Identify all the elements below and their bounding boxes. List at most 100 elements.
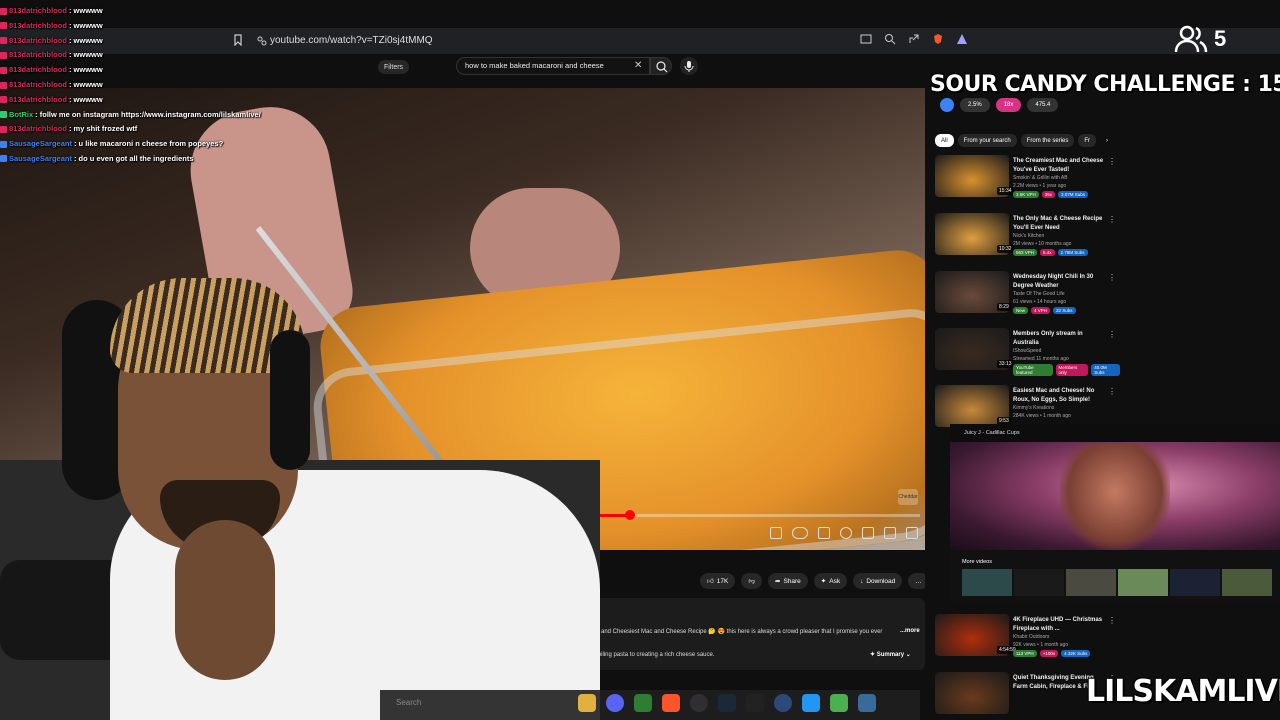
chat-message: 813datrichblood: wwwww [0,4,320,19]
clear-search-icon[interactable]: ✕ [634,60,642,71]
more-video-thumb[interactable] [1222,569,1272,596]
chips-next-icon[interactable]: › [1100,134,1114,147]
recommendation-title[interactable]: The Only Mac & Cheese Recipe You'll Ever… [1013,215,1108,232]
taskbar-search[interactable]: Search [396,698,421,707]
recommendation-item[interactable]: 4:54:59 4K Fireplace UHD — Christmas Fire… [935,614,1120,658]
recommendation-item[interactable]: 10:32 The Only Mac & Cheese Recipe You'll… [935,213,1120,257]
like-button[interactable]: 👍︎ 17K [700,573,736,589]
address-bar[interactable]: youtube.com/watch?v=TZi0sj4tMMQ [230,29,970,51]
notepad-icon[interactable] [830,694,848,712]
discord-icon[interactable] [606,694,624,712]
recommendation-thumbnail[interactable] [935,672,1009,714]
recommendation-channel[interactable]: Khabir Outdoors [1013,634,1049,640]
share-page-icon[interactable] [908,32,920,44]
cast-icon[interactable] [860,32,872,44]
filter-chip[interactable]: From the series [1020,134,1075,147]
zoom-icon[interactable] [884,32,896,45]
filter-chip[interactable]: Fr [1078,134,1097,147]
chat-message: 813datrichblood: wwwww [0,48,320,63]
recommendation-item[interactable]: 15:34 The Creamiest Mac and Cheese You've… [935,155,1120,199]
chat-username[interactable]: 813datrichblood [9,95,67,104]
stat-tag: 113 VPH [1013,650,1037,657]
steam-client-icon[interactable] [858,694,876,712]
extension-logo-icon[interactable] [940,98,954,112]
miniplayer-icon[interactable] [770,527,782,539]
recommendation-item[interactable]: 8:29 Wednesday Night Chili In 30 Degree W… [935,271,1120,315]
download-button[interactable]: ↓ Download [853,573,903,589]
recommendation-title[interactable]: Easiest Mac and Cheese! No Roux, No Eggs… [1013,387,1108,404]
search-input[interactable]: how to make baked macaroni and cheese [456,57,650,75]
description-more-link[interactable]: ...more [900,628,920,634]
taskbar-icons [578,694,876,712]
obs-icon[interactable] [690,694,708,712]
settings-icon[interactable] [840,527,852,539]
chat-username[interactable]: 813datrichblood [9,124,67,133]
chat-text: wwwww [73,20,103,30]
stat-multiplier: 18x [995,98,1022,112]
autoplay-toggle[interactable] [792,527,808,539]
recommendation-channel[interactable]: Smokin' & Grillin with AB [1013,175,1068,181]
now-playing-title[interactable]: Juicy J - Cadillac Cups [950,424,1280,442]
recommendation-channel[interactable]: Taste Of The Good Life [1013,291,1065,297]
voice-search-button[interactable] [680,57,698,75]
recommendation-item[interactable]: 33:13 Members Only stream in Australia ISh… [935,328,1120,376]
more-options-icon[interactable]: ⋮ [1108,157,1116,166]
more-video-thumb[interactable] [1066,569,1116,596]
chat-username[interactable]: 813datrichblood [9,50,67,59]
more-options-icon[interactable]: ⋮ [1108,616,1116,625]
chat-username[interactable]: 813datrichblood [9,65,67,74]
fullscreen-icon[interactable] [906,527,918,539]
search-button[interactable] [650,57,672,75]
filter-chip[interactable]: From your search [957,134,1017,147]
chat-username[interactable]: 813datrichblood [9,80,67,89]
recommendation-title[interactable]: 4K Fireplace UHD — Christmas Fireplace w… [1013,616,1108,633]
captions-icon[interactable] [818,527,830,539]
stat-rate: 2.5% [960,98,990,112]
recommendation-channel[interactable]: Nick's Kitchen [1013,233,1044,239]
summary-button[interactable]: ✦ Summary ⌄ [870,651,911,658]
chat-username[interactable]: 813datrichblood [9,21,67,30]
app-icon-green[interactable] [634,694,652,712]
chat-username[interactable]: SausageSargeant [9,154,72,163]
photos-icon[interactable] [802,694,820,712]
chat-username[interactable]: BotRix [9,110,33,119]
app-icon-dark[interactable] [746,694,764,712]
more-options-icon[interactable]: ⋮ [1108,387,1116,396]
chat-username[interactable]: 813datrichblood [9,6,67,15]
more-options-icon[interactable]: ⋮ [1108,215,1116,224]
recommendation-channel[interactable]: Kimmy's Kreations [1013,405,1054,411]
recommendation-channel[interactable]: IShowSpeed [1013,348,1041,354]
chat-username[interactable]: 813datrichblood [9,36,67,45]
chat-badge-icon [0,81,7,89]
recommendation-title[interactable]: The Creamiest Mac and Cheese You've Ever… [1013,157,1108,174]
4k-video-icon[interactable] [774,694,792,712]
more-video-thumb[interactable] [1170,569,1220,596]
recommendation-title[interactable]: Members Only stream in Australia [1013,330,1108,347]
ask-button[interactable]: ✦ Ask [813,573,848,589]
steam-icon[interactable] [718,694,736,712]
cast-player-icon[interactable] [884,527,896,539]
rewards-icon[interactable] [956,32,968,44]
sparkle-icon: ✦ [820,578,827,585]
description-line-1: iest and Cheesiest Mac and Cheese Recipe… [590,629,883,635]
brave-shield-icon[interactable] [932,32,944,44]
dislike-button[interactable]: 👎︎ [741,573,762,589]
video-duration: 8:29 [997,303,1011,311]
more-options-icon[interactable]: ⋮ [1108,330,1116,339]
more-video-thumb[interactable] [962,569,1012,596]
recommendation-item[interactable]: 9:53 Easiest Mac and Cheese! No Roux, No … [935,385,1120,429]
brave-browser-icon[interactable] [662,694,680,712]
more-video-thumb[interactable] [1118,569,1168,596]
more-options-icon[interactable]: ⋮ [1108,273,1116,282]
more-video-thumb[interactable] [1014,569,1064,596]
channel-brand: LILSKAMLIVE [1086,674,1280,709]
file-explorer-icon[interactable] [578,694,596,712]
recommendation-title[interactable]: Wednesday Night Chili In 30 Degree Weath… [1013,273,1108,290]
more-videos-strip [962,569,1272,596]
filters-button[interactable]: Filters [378,60,410,74]
filter-chip[interactable]: All [935,134,954,147]
stat-tag: YouTube featured [1013,364,1053,376]
share-button[interactable]: ➦ Share [767,573,808,589]
theater-icon[interactable] [862,527,874,539]
chat-username[interactable]: SausageSargeant [9,139,72,148]
